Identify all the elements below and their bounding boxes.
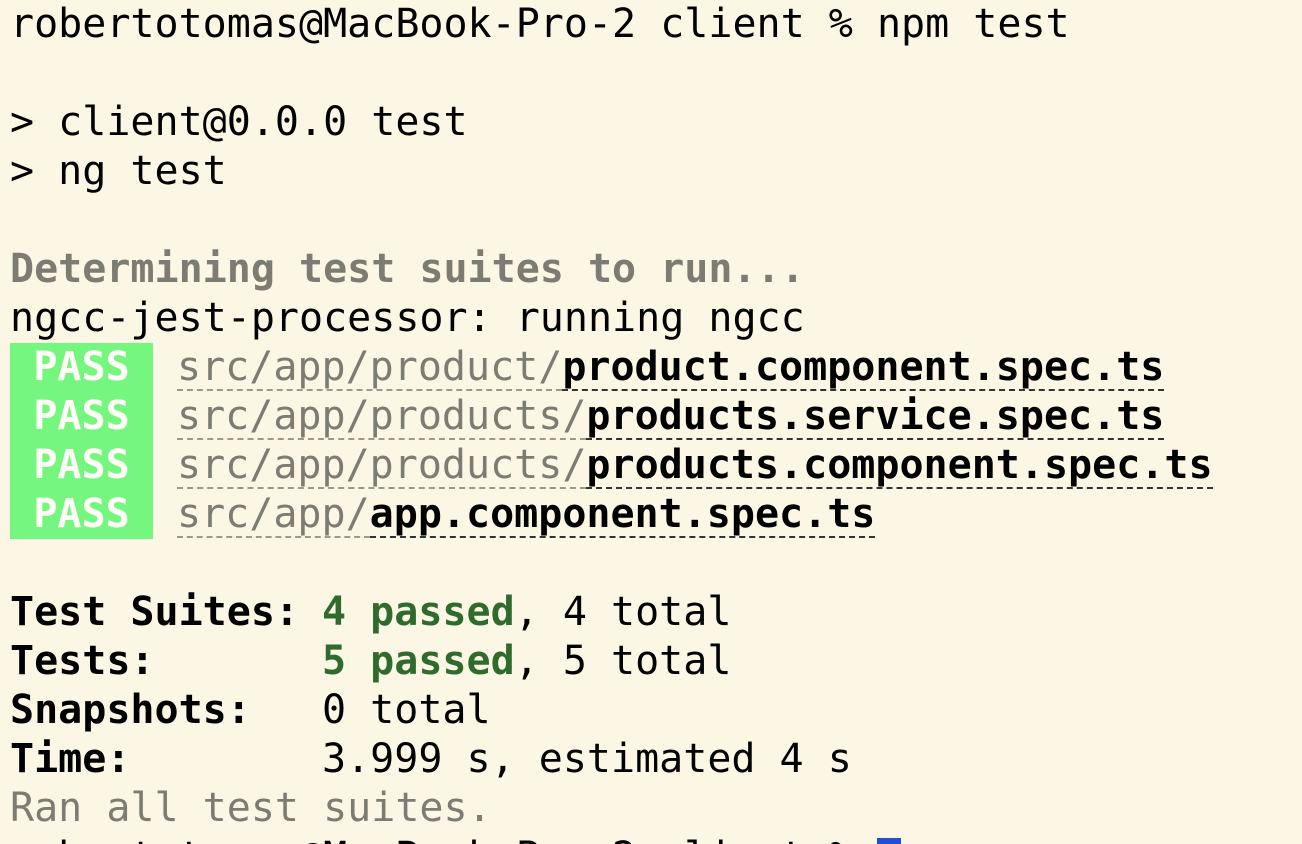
cursor-block-icon	[876, 837, 901, 844]
test-file-dir: src/app/products/	[177, 392, 587, 440]
pass-badge: PASS	[10, 441, 153, 490]
summary-label: Test Suites:	[10, 589, 299, 635]
pass-badge: PASS	[10, 490, 153, 539]
terminal-window[interactable]: robertotomas@MacBook-Pro-2 client % npm …	[0, 0, 1302, 844]
total-count: , 4 total	[514, 589, 732, 635]
ran-all-line: Ran all test suites.	[10, 785, 492, 831]
next-prompt-line[interactable]: robertotomas@MacBook-Pro-2 client %	[10, 833, 1302, 844]
passed-count: 5 passed	[322, 638, 515, 684]
summary-snapshots: Snapshots: 0 total	[10, 686, 1302, 735]
pass-badge: PASS	[10, 392, 153, 441]
test-file-dir: src/app/product/	[177, 343, 563, 391]
test-file-dir: src/app/	[177, 490, 370, 538]
test-result-row: PASS src/app/app.component.spec.ts	[10, 490, 1302, 539]
passed-count: 4 passed	[322, 589, 515, 635]
prompt-line: robertotomas@MacBook-Pro-2 client % npm …	[10, 1, 1070, 47]
script-line: > ng test	[10, 148, 227, 194]
summary-label: Tests:	[10, 638, 155, 684]
summary-tests: Tests: 5 passed, 5 total	[10, 637, 1302, 686]
summary-time: Time: 3.999 s, estimated 4 s	[10, 735, 1302, 784]
test-result-row: PASS src/app/products/products.component.…	[10, 441, 1302, 490]
ngcc-line: ngcc-jest-processor: running ngcc	[10, 295, 805, 341]
test-file-name: products.service.spec.ts	[586, 392, 1165, 440]
script-line: > client@0.0.0 test	[10, 99, 468, 145]
test-file-name: products.component.spec.ts	[586, 441, 1213, 489]
test-file-name: app.component.spec.ts	[369, 490, 876, 538]
test-result-row: PASS src/app/products/products.service.sp…	[10, 392, 1302, 441]
next-prompt-text: robertotomas@MacBook-Pro-2 client %	[10, 833, 877, 844]
summary-label: Time:	[10, 736, 131, 782]
determining-line: Determining test suites to run...	[10, 246, 805, 292]
pass-badge: PASS	[10, 343, 153, 392]
test-file-name: product.component.spec.ts	[562, 343, 1165, 391]
test-file-dir: src/app/products/	[177, 441, 587, 489]
time-value: 3.999 s, estimated 4 s	[322, 736, 852, 782]
snapshots-value: 0 total	[322, 687, 491, 733]
summary-label: Snapshots:	[10, 687, 251, 733]
total-count: , 5 total	[514, 638, 732, 684]
summary-suites: Test Suites: 4 passed, 4 total	[10, 588, 1302, 637]
test-result-row: PASS src/app/product/product.component.sp…	[10, 343, 1302, 392]
